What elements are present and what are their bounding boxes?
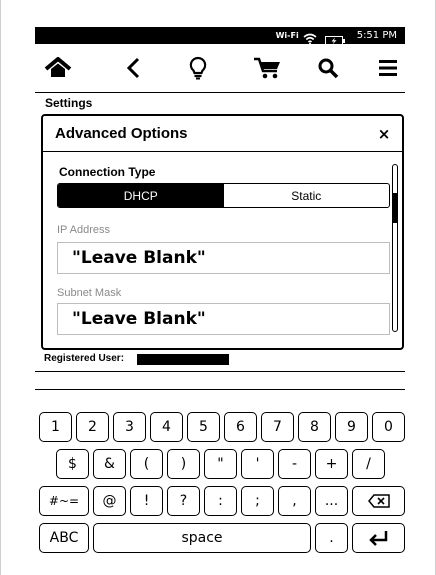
- key-apostrophe[interactable]: ': [241, 449, 274, 479]
- key-plus[interactable]: +: [315, 449, 348, 479]
- enter-icon: [368, 531, 387, 546]
- wifi-icon: [303, 30, 317, 45]
- menu-button[interactable]: [371, 52, 405, 84]
- toolbar-divider: [35, 92, 405, 93]
- key-enter[interactable]: [352, 523, 405, 553]
- key-comma[interactable]: ,: [278, 486, 311, 516]
- keyboard-divider: [35, 389, 405, 390]
- key-dollar[interactable]: $: [56, 449, 89, 479]
- key-period[interactable]: .: [315, 523, 348, 553]
- status-bar: Wi-Fi 5:51 PM: [35, 27, 405, 46]
- back-icon: [126, 57, 140, 79]
- subnet-mask-label: Subnet Mask: [57, 287, 122, 299]
- on-screen-keyboard: 1 2 3 4 5 6 7 8 9 0 $ & ( ) " ' - + / #~…: [34, 404, 408, 559]
- toolbar: [35, 46, 405, 90]
- key-ampersand[interactable]: &: [93, 449, 126, 479]
- wifi-label: Wi-Fi: [275, 31, 299, 40]
- key-semicolon[interactable]: ;: [241, 486, 274, 516]
- subnet-mask-field[interactable]: "Leave Blank": [57, 303, 390, 335]
- key-hyphen[interactable]: -: [278, 449, 311, 479]
- key-abc[interactable]: ABC: [39, 523, 89, 553]
- key-backspace[interactable]: [352, 486, 405, 516]
- key-1[interactable]: 1: [39, 412, 72, 442]
- key-at[interactable]: @: [93, 486, 126, 516]
- backspace-icon: [367, 494, 390, 508]
- key-0[interactable]: 0: [372, 412, 405, 442]
- key-question[interactable]: ?: [167, 486, 200, 516]
- search-icon: [318, 58, 339, 79]
- key-4[interactable]: 4: [150, 412, 183, 442]
- key-colon[interactable]: :: [204, 486, 237, 516]
- key-8[interactable]: 8: [298, 412, 331, 442]
- registered-user-label: Registered User:: [44, 353, 125, 364]
- key-6[interactable]: 6: [224, 412, 257, 442]
- cart-icon: [254, 57, 280, 79]
- light-button[interactable]: [181, 52, 215, 84]
- scroll-thumb[interactable]: [393, 193, 397, 223]
- lightbulb-icon: [189, 56, 207, 80]
- key-slash[interactable]: /: [352, 449, 385, 479]
- key-close-paren[interactable]: ): [167, 449, 200, 479]
- ip-address-label: IP Address: [57, 224, 110, 236]
- key-space[interactable]: space: [93, 523, 311, 553]
- dialog-header: Advanced Options ×: [43, 116, 402, 152]
- battery-charging-icon: [324, 31, 345, 46]
- kindle-screen: Wi-Fi 5:51 PM Settings Advanced Options …: [0, 0, 436, 575]
- key-5[interactable]: 5: [187, 412, 220, 442]
- back-button[interactable]: [117, 52, 151, 84]
- store-button[interactable]: [251, 52, 285, 84]
- dialog-scrollbar[interactable]: [392, 164, 398, 332]
- dialog-title: Advanced Options: [55, 125, 188, 142]
- clock: 5:51 PM: [356, 30, 397, 41]
- key-9[interactable]: 9: [335, 412, 368, 442]
- breadcrumb: Settings: [45, 96, 93, 110]
- connection-type-toggle: DHCP Static: [57, 183, 390, 208]
- key-2[interactable]: 2: [76, 412, 109, 442]
- key-ellipsis[interactable]: ...: [315, 486, 348, 516]
- menu-icon: [379, 60, 397, 76]
- connection-type-label: Connection Type: [59, 165, 156, 179]
- key-double-quote[interactable]: ": [204, 449, 237, 479]
- key-3[interactable]: 3: [113, 412, 146, 442]
- content-divider: [35, 371, 405, 372]
- key-open-paren[interactable]: (: [130, 449, 163, 479]
- static-option[interactable]: Static: [224, 184, 390, 207]
- key-exclamation[interactable]: !: [130, 486, 163, 516]
- redacted-username: [137, 354, 229, 365]
- home-button[interactable]: [41, 52, 75, 84]
- dhcp-option[interactable]: DHCP: [58, 184, 224, 207]
- key-symbols[interactable]: #~=: [39, 486, 89, 516]
- close-button[interactable]: ×: [374, 124, 394, 144]
- ip-address-field[interactable]: "Leave Blank": [57, 242, 390, 274]
- search-button[interactable]: [311, 52, 345, 84]
- home-icon: [44, 57, 72, 77]
- advanced-options-dialog: Advanced Options × Connection Type DHCP …: [41, 114, 404, 350]
- key-7[interactable]: 7: [261, 412, 294, 442]
